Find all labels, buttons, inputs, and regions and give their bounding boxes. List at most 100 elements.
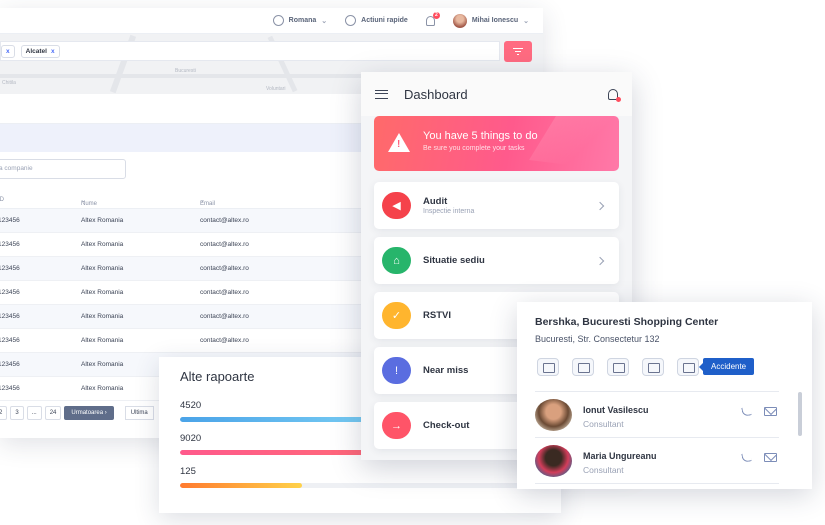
- contact-row[interactable]: Ionut Vasilescu Consultant: [535, 393, 779, 438]
- alert-title: You have 5 things to do: [423, 130, 538, 142]
- notification-dot: [616, 96, 621, 102]
- archive-icon[interactable]: [537, 358, 559, 376]
- cell-name: Altex Romania: [81, 313, 124, 320]
- user-name: Mihai Ionescu: [471, 17, 519, 24]
- cell-id: 123456: [0, 385, 20, 392]
- cell-id: 123456: [0, 337, 20, 344]
- report-value: 125: [180, 466, 196, 477]
- hamburger-menu-icon[interactable]: [375, 89, 388, 99]
- column-header-name[interactable]: Nume ⌄: [81, 197, 97, 207]
- quick-actions-label: Actiuni rapide: [361, 17, 408, 24]
- cell-email: contact@altex.ro: [200, 289, 249, 296]
- accidents-tooltip: Accidente: [698, 358, 755, 375]
- cell-name: Altex Romania: [81, 385, 124, 392]
- language-selector[interactable]: Romana ⌄: [272, 15, 328, 26]
- column-header-email[interactable]: Email ⌄: [200, 197, 215, 207]
- bell-icon[interactable]: [608, 88, 621, 102]
- next-page-button[interactable]: Urmatoarea ›: [64, 406, 114, 420]
- chip-remove-icon[interactable]: x: [6, 48, 10, 55]
- dashboard-item-audit[interactable]: ◀ Audit Inspectie interna: [374, 182, 619, 229]
- report-row: 125: [180, 466, 540, 488]
- company-search-input[interactable]: a companie: [0, 159, 126, 179]
- scrollbar[interactable]: [798, 392, 802, 436]
- mail-icon[interactable]: [764, 453, 777, 462]
- folder-add-icon[interactable]: [572, 358, 594, 376]
- cell-name: Altex Romania: [81, 265, 124, 272]
- cell-name: Altex Romania: [81, 361, 124, 368]
- phone-icon[interactable]: [741, 406, 752, 417]
- filter-button[interactable]: [504, 41, 532, 62]
- filter-chip[interactable]: x: [1, 44, 15, 58]
- cell-email: contact@altex.ro: [200, 241, 249, 248]
- item-title: Audit: [423, 196, 448, 207]
- contact-role: Consultant: [583, 419, 624, 429]
- item-subtitle: Inspectie interna: [423, 208, 475, 215]
- user-menu[interactable]: Mihai Ionescu ⌄: [452, 13, 529, 28]
- mail-icon[interactable]: [764, 407, 777, 416]
- avatar: [535, 399, 572, 431]
- home-icon: ⌂: [382, 247, 411, 274]
- map-label: Bucuresti: [175, 68, 196, 74]
- folder-icon[interactable]: [642, 358, 664, 376]
- divider: [535, 391, 779, 392]
- chevron-right-icon: [595, 256, 605, 265]
- notification-badge: 2: [433, 11, 440, 19]
- cell-id: 123456: [0, 361, 20, 368]
- cell-id: 123456: [0, 289, 20, 296]
- warning-icon: !: [382, 357, 411, 384]
- page-button[interactable]: 24: [44, 406, 62, 420]
- avatar: [535, 445, 572, 477]
- plus-circle-icon: [345, 15, 357, 26]
- cell-id: 123456: [0, 313, 20, 320]
- location-actions: [537, 358, 699, 376]
- cell-id: 123456: [0, 241, 20, 248]
- phone-icon[interactable]: [741, 452, 752, 463]
- dashboard-header: Dashboard: [361, 72, 632, 116]
- item-title: Situatie sediu: [423, 255, 485, 266]
- cell-name: Altex Romania: [81, 217, 124, 224]
- pagination: 2 3 ... 24 Urmatoarea › Ultima: [0, 406, 154, 420]
- filter-chip-alcatel[interactable]: Alcatel x: [20, 44, 60, 58]
- map-label: Voluntari: [266, 86, 286, 92]
- cell-email: contact@altex.ro: [200, 217, 249, 224]
- megaphone-icon: ◀: [382, 192, 411, 219]
- notifications-button[interactable]: 2: [425, 11, 440, 26]
- cell-email: contact@altex.ro: [200, 265, 249, 272]
- globe-icon: [272, 15, 284, 26]
- cell-id: 123456: [0, 265, 20, 272]
- map-label: Chitila: [2, 80, 16, 86]
- quick-actions-button[interactable]: Actiuni rapide: [345, 15, 408, 26]
- top-bar: Romana ⌄ Actiuni rapide 2 Mihai Ionescu …: [0, 8, 543, 34]
- chevron-down-icon: ⌄: [523, 17, 529, 25]
- contact-row[interactable]: Maria Ungureanu Consultant: [535, 439, 779, 484]
- contact-name: Ionut Vasilescu: [583, 405, 649, 415]
- truck-icon[interactable]: [677, 358, 699, 376]
- column-header-id[interactable]: ID: [0, 197, 4, 203]
- page-button[interactable]: 3: [10, 406, 24, 420]
- filter-bar[interactable]: x Alcatel x: [0, 41, 500, 61]
- progress-fill: [180, 483, 303, 488]
- page-button[interactable]: 2: [0, 406, 8, 420]
- download-icon[interactable]: [607, 358, 629, 376]
- location-title: Bershka, Bucuresti Shopping Center: [535, 316, 719, 328]
- shield-icon: ✓: [382, 302, 411, 329]
- last-page-button[interactable]: Ultima: [124, 406, 154, 420]
- tasks-alert-banner[interactable]: You have 5 things to do Be sure you comp…: [374, 116, 619, 171]
- avatar: [452, 13, 467, 28]
- cell-email: contact@altex.ro: [200, 313, 249, 320]
- contact-role: Consultant: [583, 465, 624, 475]
- dashboard-item-situatie-sediu[interactable]: ⌂ Situatie sediu: [374, 237, 619, 284]
- bell-icon: 2: [425, 11, 440, 26]
- progress-track: [180, 483, 540, 488]
- cell-name: Altex Romania: [81, 241, 124, 248]
- location-card: Bershka, Bucuresti Shopping Center Bucur…: [517, 302, 812, 489]
- cell-name: Altex Romania: [81, 337, 124, 344]
- cell-id: 123456: [0, 217, 20, 224]
- chip-remove-icon[interactable]: x: [51, 48, 55, 55]
- chevron-down-icon: ⌄: [321, 17, 328, 25]
- exit-icon: →: [382, 412, 411, 439]
- contact-name: Maria Ungureanu: [583, 451, 657, 461]
- location-address: Bucuresti, Str. Consectetur 132: [535, 334, 660, 344]
- language-label: Romana: [288, 17, 317, 24]
- cell-name: Altex Romania: [81, 289, 124, 296]
